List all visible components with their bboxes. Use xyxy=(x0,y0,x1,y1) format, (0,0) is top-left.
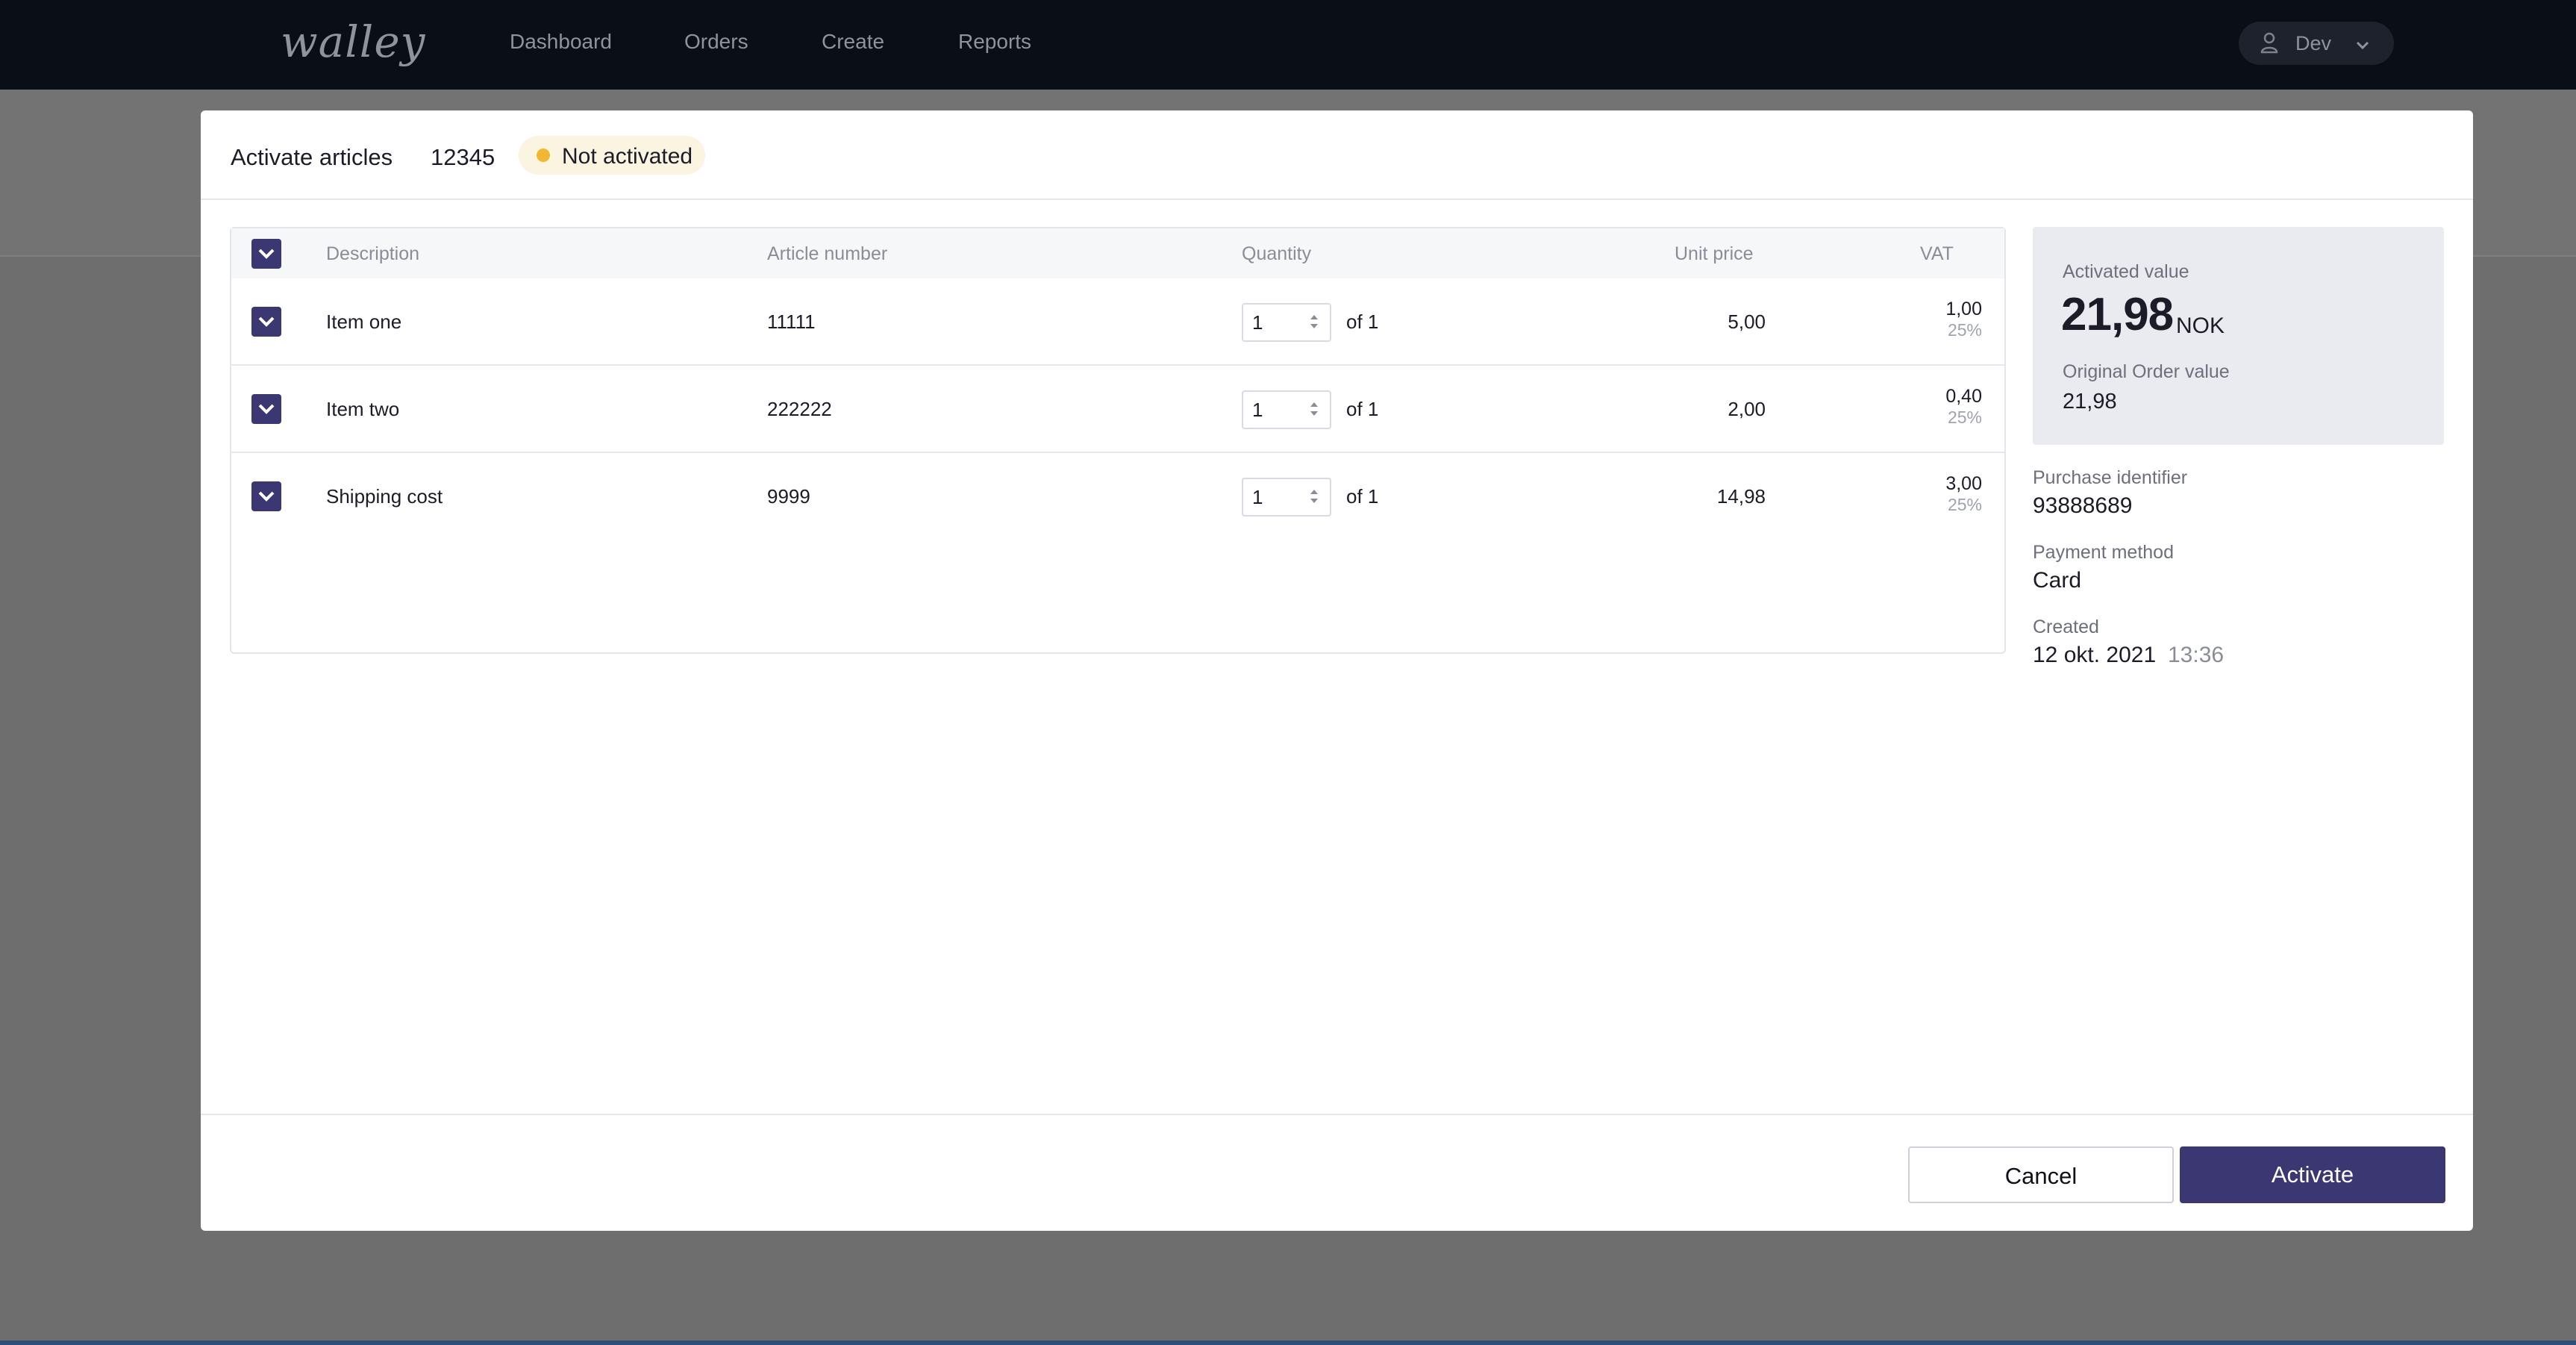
row-article-number: 222222 xyxy=(767,398,832,420)
row-vat-amount: 1,00 xyxy=(1945,299,1982,319)
checkbox-checked-icon xyxy=(258,404,275,414)
modal-footer: Cancel Activate xyxy=(201,1114,2473,1231)
row-unit-price: 2,00 xyxy=(1728,398,1766,420)
chevron-down-icon xyxy=(2354,35,2372,58)
modal-header: Activate articles 12345 Not activated xyxy=(201,110,2473,200)
modal-title: Activate articles xyxy=(231,144,393,170)
row-description: Item two xyxy=(326,398,400,420)
payment-method: Card xyxy=(2033,568,2082,593)
table-header: Description Article number Quantity Unit… xyxy=(231,228,2004,278)
row-vat-rate: 25% xyxy=(1947,408,1982,427)
row-unit-price: 5,00 xyxy=(1728,310,1766,333)
articles-table: Description Article number Quantity Unit… xyxy=(230,227,2006,654)
row-description: Item one xyxy=(326,310,402,333)
quantity-stepper[interactable]: 1 xyxy=(1242,303,1331,342)
number-spinner-icon[interactable] xyxy=(1309,399,1319,424)
row-article-number: 11111 xyxy=(767,310,816,333)
status-text: Not activated xyxy=(562,144,693,169)
column-article-number: Article number xyxy=(767,243,888,264)
purchase-identifier: 93888689 xyxy=(2033,493,2133,518)
status-dot-icon xyxy=(537,149,550,162)
column-unit-price: Unit price xyxy=(1675,243,1754,264)
activated-value-label: Activated value xyxy=(2063,261,2189,282)
quantity-of-total: of 1 xyxy=(1346,485,1379,508)
column-vat: VAT xyxy=(1920,243,1954,264)
background-strip xyxy=(0,1341,2576,1345)
table-row: Item two 222222 1 of 1 2,00 0,40 25% xyxy=(231,366,2004,453)
quantity-of-total: of 1 xyxy=(1346,310,1379,333)
top-navigation: walley Dashboard Orders Create Reports D… xyxy=(0,0,2576,90)
quantity-value: 1 xyxy=(1252,311,1263,334)
quantity-value: 1 xyxy=(1252,486,1263,508)
activated-value: 21,98 xyxy=(2061,289,2174,340)
row-article-number: 9999 xyxy=(767,485,810,508)
user-name: Dev xyxy=(2295,32,2332,54)
table-row: Item one 11111 1 of 1 5,00 1,00 25% xyxy=(231,278,2004,366)
created-label: Created xyxy=(2033,617,2099,637)
row-vat-amount: 3,00 xyxy=(1945,473,1982,494)
created-date: 12 okt. 2021 xyxy=(2033,643,2157,667)
nav-dashboard[interactable]: Dashboard xyxy=(510,30,612,54)
activated-value-card: Activated value 21,98 NOK Original Order… xyxy=(2033,227,2444,445)
row-unit-price: 14,98 xyxy=(1716,485,1766,508)
nav-create[interactable]: Create xyxy=(822,30,884,54)
table-row: Shipping cost 9999 1 of 1 14,98 3,00 25% xyxy=(231,453,2004,539)
user-menu[interactable]: Dev xyxy=(2239,22,2394,65)
row-description: Shipping cost xyxy=(326,485,443,508)
original-value-label: Original Order value xyxy=(2063,361,2230,382)
quantity-of-total: of 1 xyxy=(1346,398,1379,420)
activate-articles-modal: Activate articles 12345 Not activated De… xyxy=(201,110,2473,1231)
quantity-stepper[interactable]: 1 xyxy=(1242,478,1331,517)
number-spinner-icon[interactable] xyxy=(1309,487,1319,511)
original-value: 21,98 xyxy=(2063,390,2117,414)
cancel-button[interactable]: Cancel xyxy=(1908,1146,2174,1203)
activated-currency: NOK xyxy=(2176,313,2225,338)
nav-orders[interactable]: Orders xyxy=(684,30,748,54)
row-checkbox[interactable] xyxy=(251,307,281,337)
row-checkbox[interactable] xyxy=(251,394,281,424)
row-checkbox[interactable] xyxy=(251,481,281,511)
person-icon xyxy=(2260,31,2279,59)
payment-method-label: Payment method xyxy=(2033,542,2174,563)
row-vat-rate: 25% xyxy=(1947,320,1982,340)
column-description: Description xyxy=(326,243,420,264)
created-time: 13:36 xyxy=(2168,643,2225,667)
nav-reports[interactable]: Reports xyxy=(958,30,1031,54)
purchase-identifier-label: Purchase identifier xyxy=(2033,467,2188,488)
checkbox-checked-icon xyxy=(258,316,275,327)
row-vat-rate: 25% xyxy=(1947,495,1982,514)
number-spinner-icon[interactable] xyxy=(1309,312,1319,337)
quantity-value: 1 xyxy=(1252,399,1263,421)
quantity-stepper[interactable]: 1 xyxy=(1242,390,1331,429)
row-vat-amount: 0,40 xyxy=(1945,386,1982,407)
column-quantity: Quantity xyxy=(1242,243,1312,264)
status-badge: Not activated xyxy=(519,136,705,175)
order-number: 12345 xyxy=(431,144,495,170)
select-all-checkbox[interactable] xyxy=(251,239,281,269)
activate-button[interactable]: Activate xyxy=(2180,1146,2445,1203)
checkbox-checked-icon xyxy=(258,249,275,259)
walley-logo[interactable]: walley xyxy=(281,16,425,67)
checkbox-checked-icon xyxy=(258,491,275,502)
